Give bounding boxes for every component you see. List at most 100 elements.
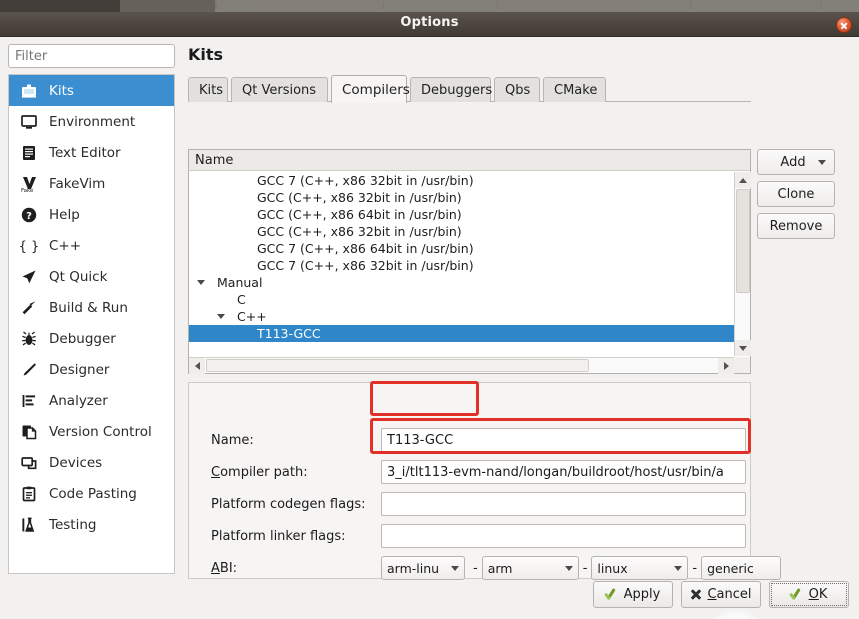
tab-label: CMake [554, 82, 598, 98]
list-item-label: GCC (C++, x86 32bit in /usr/bin) [257, 190, 462, 205]
horizontal-scroll-thumb[interactable] [206, 359, 589, 372]
page-title: Kits [188, 45, 224, 64]
expander-chevron-down-icon[interactable] [217, 314, 225, 319]
clipboard-icon [19, 484, 38, 503]
list-item[interactable]: T113-GCC [189, 325, 734, 342]
compiler-path-label: Compiler path: [211, 464, 308, 480]
list-item[interactable]: GCC (C++, x86 32bit in /usr/bin) [189, 189, 734, 206]
fakevim-icon: Fake [19, 174, 38, 193]
list-horizontal-scrollbar[interactable] [189, 357, 734, 374]
braces-icon: { } [19, 236, 38, 255]
sidebar-item-debugger[interactable]: Debugger [9, 323, 174, 354]
sidebar-item-label: C++ [49, 237, 82, 254]
scroll-left-icon[interactable] [189, 358, 205, 374]
window-title: Options [400, 15, 459, 30]
svg-text:Fake: Fake [21, 188, 34, 193]
close-x-icon [690, 589, 702, 601]
sidebar-item-label: Designer [49, 361, 110, 378]
kits-icon [19, 81, 38, 100]
scroll-down-icon[interactable] [735, 340, 751, 356]
list-rows: GCC 7 (C++, x86 32bit in /usr/bin) GCC (C… [189, 172, 734, 356]
sidebar-item-designer[interactable]: Designer [9, 354, 174, 385]
add-button-label: Add [780, 154, 806, 170]
tab-label: Qt Versions [242, 82, 317, 98]
check-icon [791, 588, 804, 601]
sidebar-item-qt-quick[interactable]: Qt Quick [9, 261, 174, 292]
sidebar-item-code-pasting[interactable]: Code Pasting [9, 478, 174, 509]
sidebar-item-fakevim[interactable]: Fake FakeVim [9, 168, 174, 199]
list-item-label: C [237, 292, 246, 307]
apply-button-label: Apply [623, 587, 661, 602]
bug-icon [19, 329, 38, 348]
clone-button[interactable]: Clone [757, 181, 835, 207]
compiler-path-input[interactable] [381, 460, 746, 484]
filter-input[interactable] [8, 44, 175, 68]
add-button[interactable]: Add [757, 149, 835, 175]
remove-button[interactable]: Remove [757, 213, 835, 239]
list-item-label: C++ [237, 309, 267, 324]
scroll-right-icon[interactable] [718, 358, 734, 374]
list-item[interactable]: GCC (C++, x86 32bit in /usr/bin) [189, 223, 734, 240]
bars-chart-icon [19, 391, 38, 410]
list-item[interactable]: Manual [189, 274, 734, 291]
sidebar-item-label: FakeVim [49, 175, 106, 192]
expander-chevron-down-icon[interactable] [197, 280, 205, 285]
list-item[interactable]: C [189, 291, 734, 308]
apply-button[interactable]: Apply [593, 581, 673, 608]
compilers-list: Name GCC 7 (C++, x86 32bit in /usr/bin) G… [188, 149, 751, 374]
ok-button-label: OK [808, 587, 828, 602]
ok-button[interactable]: OK [769, 581, 849, 608]
sidebar-item-version-control[interactable]: Version Control [9, 416, 174, 447]
clone-button-label: Clone [777, 186, 815, 202]
sidebar-item-label: Testing [49, 516, 97, 533]
tab-cmake[interactable]: CMake [543, 77, 606, 102]
document-lines-icon [19, 143, 38, 162]
sidebar-item-label: Analyzer [49, 392, 108, 409]
platform-linker-flags-input[interactable] [381, 524, 746, 548]
sidebar-item-c[interactable]: { } C++ [9, 230, 174, 261]
sidebar-item-testing[interactable]: Testing [9, 509, 174, 540]
list-vertical-scrollbar[interactable] [734, 172, 751, 356]
dialog-footer: Apply Cancel OK [0, 573, 859, 619]
sidebar-item-label: Build & Run [49, 299, 128, 316]
tab-compilers[interactable]: Compilers [331, 75, 410, 103]
device-screen-icon [19, 453, 38, 472]
vertical-scroll-thumb[interactable] [736, 189, 750, 293]
sidebar-item-text-editor[interactable]: Text Editor [9, 137, 174, 168]
svg-text:?: ? [26, 211, 32, 222]
sidebar-item-build-run[interactable]: Build & Run [9, 292, 174, 323]
list-item[interactable]: GCC 7 (C++, x86 32bit in /usr/bin) [189, 172, 734, 189]
list-item[interactable]: GCC 7 (C++, x86 64bit in /usr/bin) [189, 240, 734, 257]
chevron-down-icon [564, 565, 573, 571]
name-row: Name: [211, 428, 746, 452]
sidebar-item-devices[interactable]: Devices [9, 447, 174, 478]
sidebar-item-label: Qt Quick [49, 268, 108, 285]
sidebar-item-analyzer[interactable]: Analyzer [9, 385, 174, 416]
compiler-path-row: Compiler path: [211, 460, 746, 484]
sidebar-item-environment[interactable]: Environment [9, 106, 174, 137]
cancel-button[interactable]: Cancel [681, 581, 761, 608]
flask-icon [19, 515, 38, 534]
question-circle-icon: ? [19, 205, 38, 224]
name-input[interactable] [381, 428, 746, 452]
tab-qbs[interactable]: Qbs [494, 77, 540, 102]
monitor-icon [19, 112, 38, 131]
platform-codegen-flags-input[interactable] [381, 492, 746, 516]
options-dialog-window: Options KitsEnvironmentText EditorFakeFa… [0, 0, 859, 619]
list-item[interactable]: GCC 7 (C++, x86 32bit in /usr/bin) [189, 257, 734, 274]
tab-kits[interactable]: Kits [188, 77, 228, 102]
desktop-background-strip [0, 0, 859, 12]
sidebar-item-help[interactable]: ? Help [9, 199, 174, 230]
platform-linker-flags-label: Platform linker flags: [211, 528, 346, 544]
close-icon[interactable] [836, 17, 852, 33]
tab-qt-versions[interactable]: Qt Versions [231, 77, 328, 102]
scroll-up-icon[interactable] [735, 172, 751, 188]
tab-debuggers[interactable]: Debuggers [410, 77, 492, 102]
pencil-icon [19, 360, 38, 379]
tab-bar: Kits Qt Versions Compilers Debuggers Qbs CMak… [188, 75, 751, 103]
list-item[interactable]: GCC (C++, x86 64bit in /usr/bin) [189, 206, 734, 223]
sidebar-item-kits[interactable]: Kits [9, 75, 174, 106]
sidebar-item-label: Text Editor [49, 144, 121, 161]
list-item-label: GCC (C++, x86 32bit in /usr/bin) [257, 224, 462, 239]
list-item[interactable]: C++ [189, 308, 734, 325]
